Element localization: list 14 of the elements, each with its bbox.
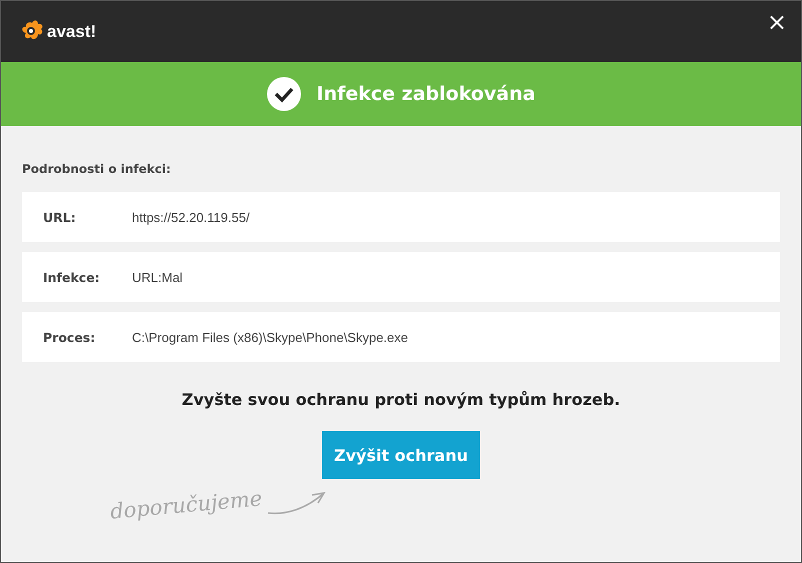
details-heading: Podrobnosti o infekci: — [22, 162, 172, 176]
detail-label: Proces: — [42, 330, 96, 344]
banner-title: Infekce zablokována — [316, 83, 536, 105]
recommend-note: doporučujeme — [109, 486, 264, 524]
logo-text: avast! — [47, 22, 96, 42]
detail-label: Infekce: — [42, 270, 101, 284]
detail-value: C:\Program Files (x86)\Skype\Phone\Skype.exe — [132, 330, 408, 344]
close-button[interactable]: × — [762, 8, 791, 36]
detail-value: https://52.20.119.55/ — [132, 210, 250, 224]
arrow-icon — [266, 489, 328, 517]
detail-label: URL: — [42, 210, 77, 224]
detail-value: URL:Mal — [132, 270, 183, 284]
recommendation-message: Zvyšte svou ochranu proti novým typům hrozeb. — [180, 390, 622, 409]
check-icon — [266, 77, 301, 111]
